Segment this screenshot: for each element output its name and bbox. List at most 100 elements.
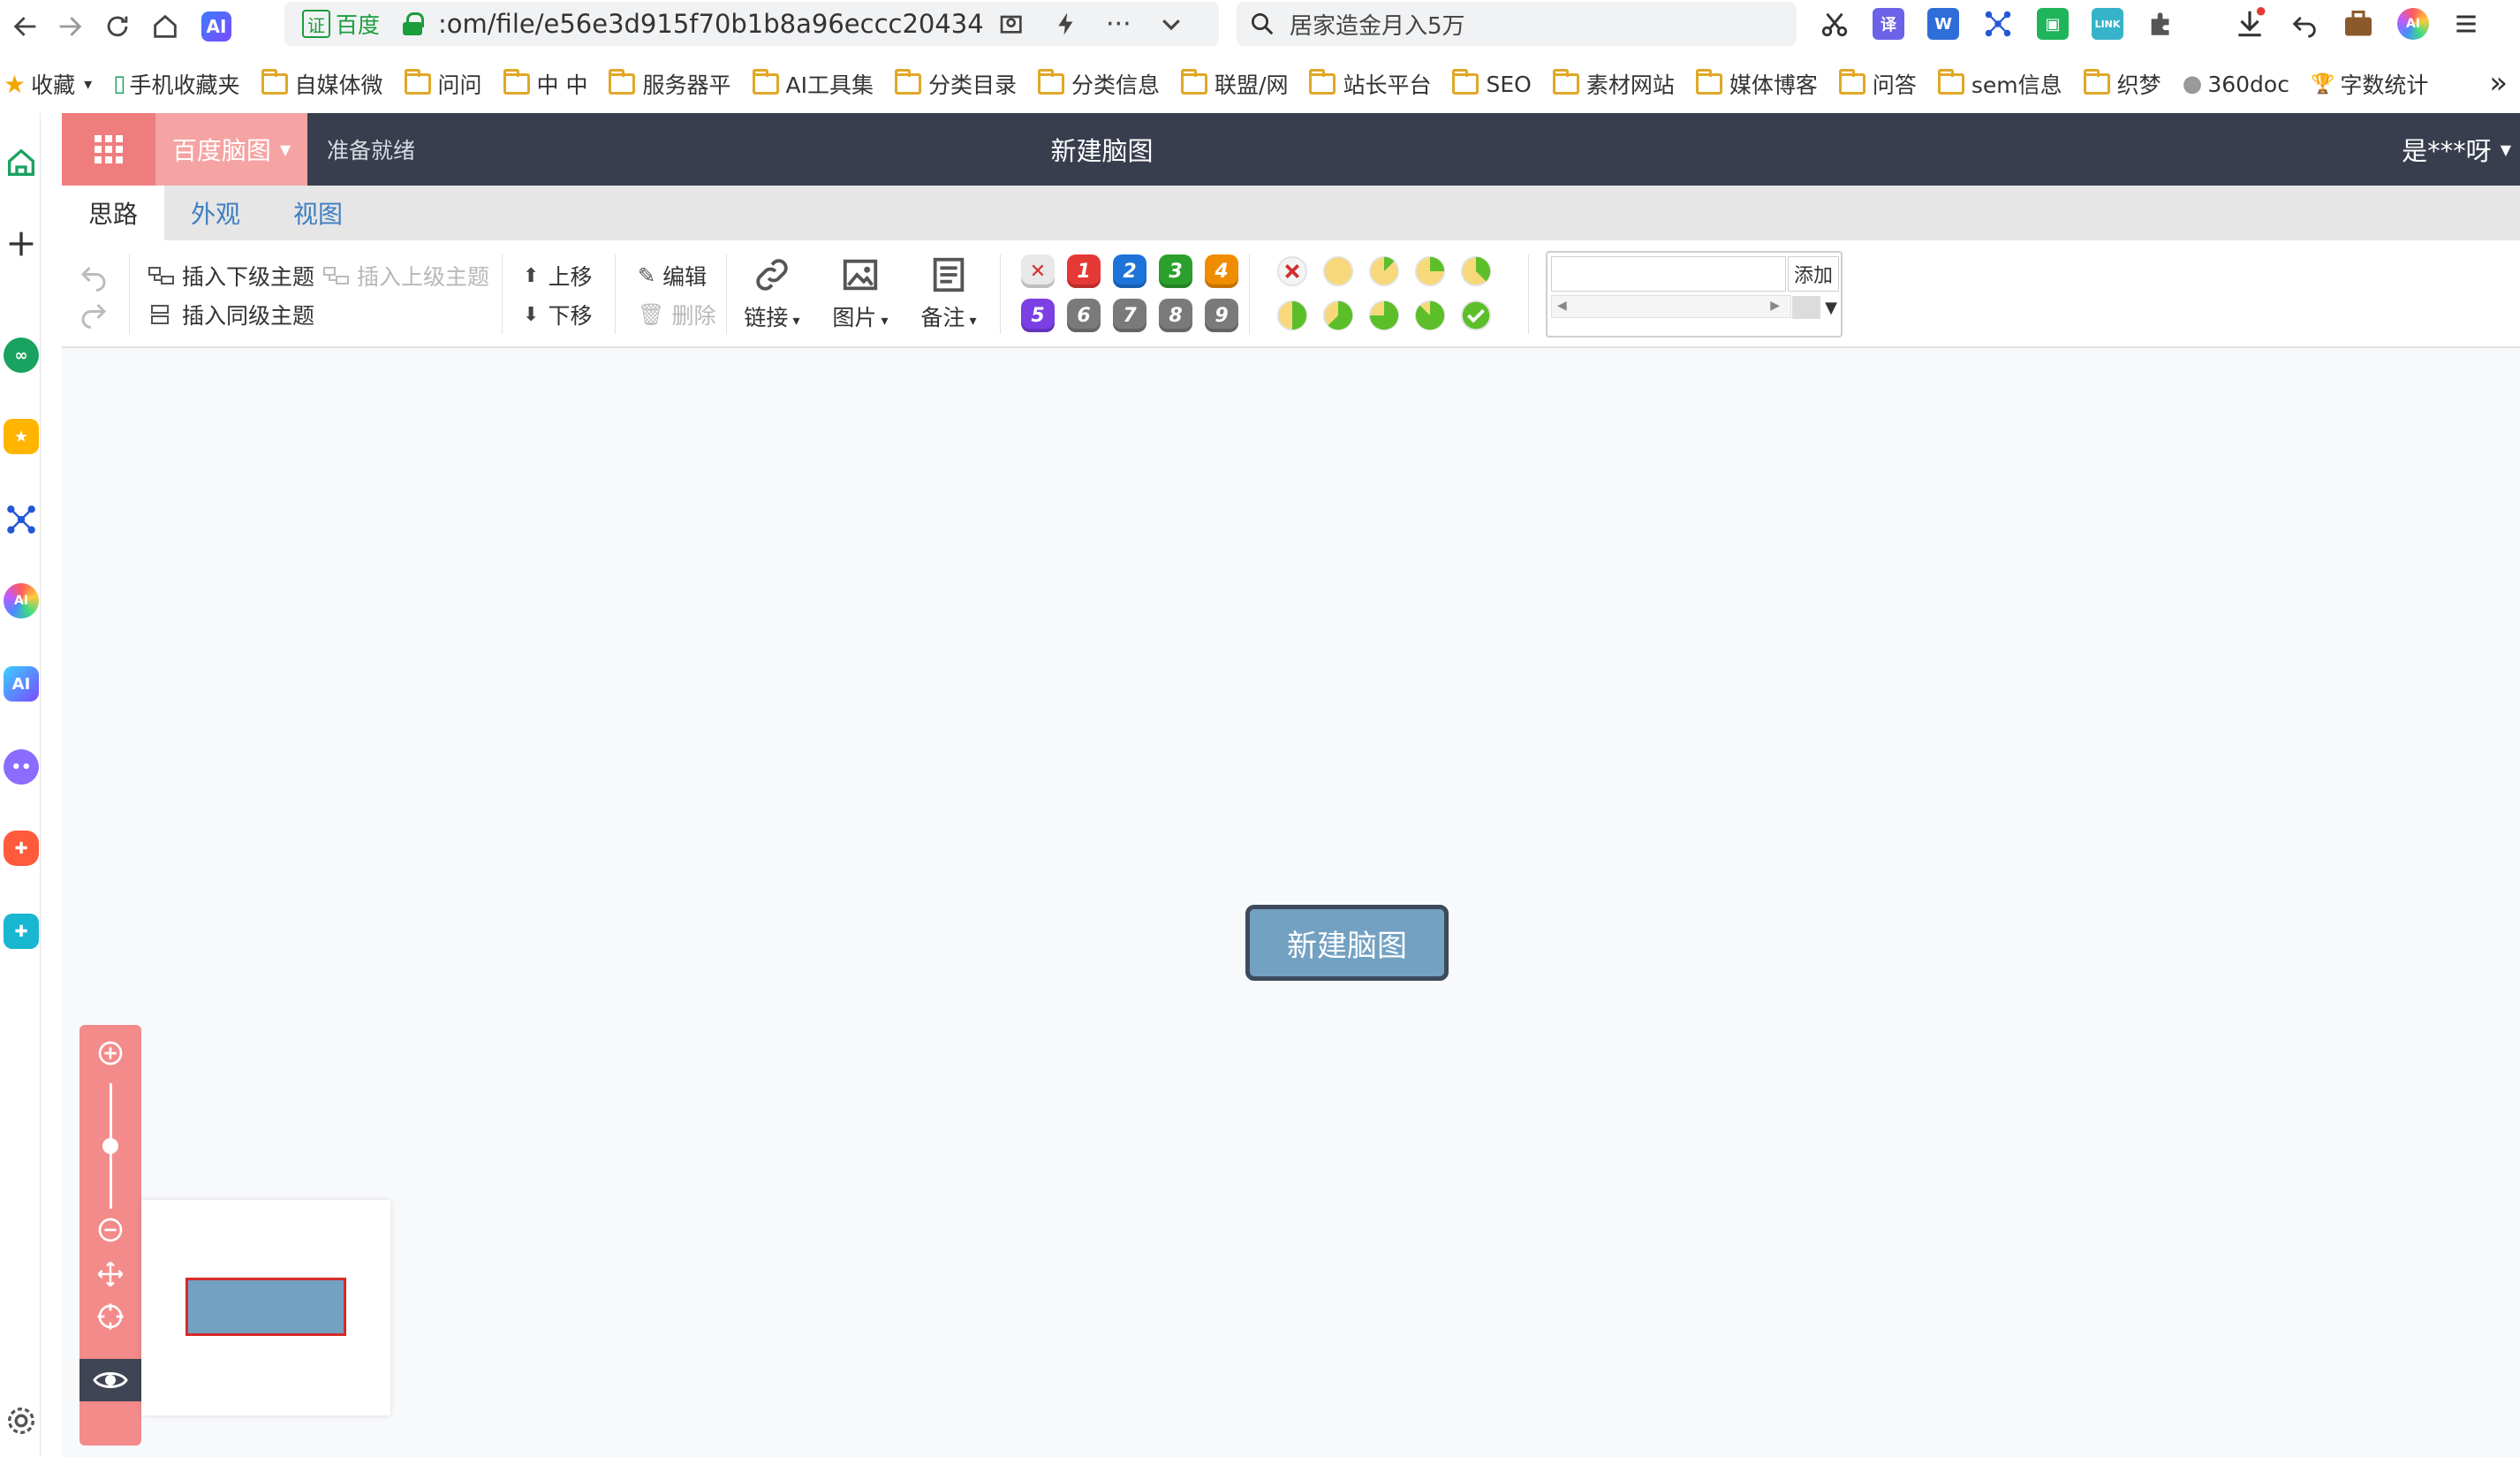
- more-icon[interactable]: ···: [1106, 9, 1131, 40]
- root-topic-node[interactable]: 新建脑图: [1245, 905, 1449, 981]
- lightning-icon[interactable]: [1053, 11, 1079, 37]
- image-button[interactable]: 图片: [825, 254, 896, 332]
- progress-clear-icon[interactable]: [1275, 254, 1309, 288]
- minimap[interactable]: [141, 1200, 390, 1415]
- resource-input[interactable]: [1551, 256, 1786, 292]
- bookmark-item[interactable]: 素材网站: [1552, 68, 1675, 100]
- resource-list[interactable]: ◀ ▶ ▼: [1551, 295, 1839, 334]
- download-icon[interactable]: [2233, 7, 2266, 41]
- tab-0[interactable]: 思路: [62, 186, 165, 240]
- progress-7-icon[interactable]: [1367, 299, 1401, 332]
- progress-1-icon[interactable]: [1321, 254, 1355, 288]
- priority-7-icon[interactable]: 7: [1113, 299, 1146, 332]
- bookmark-item[interactable]: 自媒体微: [261, 68, 383, 100]
- scissors-icon[interactable]: [1820, 9, 1850, 39]
- bookmark-item[interactable]: 分类目录: [894, 68, 1017, 100]
- priority-5-icon[interactable]: 5: [1021, 299, 1055, 332]
- bookmark-item[interactable]: ★ 收藏 ▾: [4, 68, 92, 100]
- url-text[interactable]: :om/file/e56e3d915f70b1b8a96eccc204343c9…: [438, 9, 986, 39]
- bookmark-item[interactable]: 联盟/网: [1181, 68, 1288, 100]
- priority-clear-icon[interactable]: ✕: [1021, 254, 1055, 288]
- dropdown-arrow-icon[interactable]: ▼: [1825, 299, 1837, 317]
- resource-scrollbar[interactable]: ◀ ▶: [1551, 295, 1820, 319]
- home-icon[interactable]: [4, 145, 39, 180]
- zoom-slider-thumb[interactable]: [102, 1138, 118, 1154]
- insert-child-button[interactable]: 插入下级主题: [148, 260, 314, 292]
- gamepad-icon[interactable]: ✚: [4, 831, 39, 866]
- search-bar[interactable]: 居家造金月入5万: [1237, 2, 1797, 46]
- mindmap-canvas[interactable]: 新建脑图: [62, 348, 2520, 1457]
- priority-3-icon[interactable]: 3: [1159, 254, 1192, 288]
- bookmark-item[interactable]: AI工具集: [752, 68, 874, 100]
- bookmark-item[interactable]: 服务器平: [609, 68, 731, 100]
- delete-button[interactable]: 🗑 删除: [638, 299, 715, 330]
- progress-5-icon[interactable]: [1275, 299, 1309, 332]
- redo-icon[interactable]: [78, 297, 110, 329]
- chat-bot-icon[interactable]: ••: [4, 749, 39, 785]
- home-button[interactable]: [140, 2, 191, 51]
- link-button[interactable]: 链接: [737, 254, 807, 332]
- ai-circle-app-icon[interactable]: AI: [4, 583, 39, 618]
- network-icon[interactable]: [1982, 8, 2014, 40]
- share-icon[interactable]: [998, 10, 1026, 38]
- bookmark-item[interactable]: 问问: [404, 68, 482, 100]
- progress-4-icon[interactable]: [1459, 254, 1493, 288]
- priority-4-icon[interactable]: 4: [1205, 254, 1238, 288]
- network-app-icon[interactable]: [4, 502, 39, 537]
- chevron-down-icon[interactable]: [1158, 11, 1184, 37]
- move-icon[interactable]: [96, 1260, 125, 1288]
- progress-2-icon[interactable]: [1367, 254, 1401, 288]
- document-title[interactable]: 新建脑图: [62, 113, 2142, 186]
- scroll-left-icon[interactable]: ◀: [1557, 299, 1567, 313]
- reload-button[interactable]: [92, 2, 143, 51]
- book-icon[interactable]: ▣: [2037, 8, 2069, 40]
- forward-button[interactable]: [44, 2, 95, 51]
- favorites-star-icon[interactable]: ★: [4, 419, 39, 454]
- word-icon[interactable]: W: [1927, 8, 1959, 40]
- priority-6-icon[interactable]: 6: [1067, 299, 1101, 332]
- add-resource-button[interactable]: 添加: [1788, 256, 1839, 292]
- linktest-icon[interactable]: LINK: [2092, 8, 2123, 40]
- ai-assistant-icon[interactable]: AI: [201, 11, 231, 42]
- game-app-icon[interactable]: ✚: [4, 914, 39, 949]
- address-bar[interactable]: 证 百度 :om/file/e56e3d915f70b1b8a96eccc204…: [284, 2, 1219, 46]
- priority-1-icon[interactable]: 1: [1067, 254, 1101, 288]
- zoom-in-icon[interactable]: [96, 1039, 125, 1067]
- tab-1[interactable]: 外观: [164, 186, 267, 240]
- bookmark-item[interactable]: 问答: [1838, 68, 1917, 100]
- site-cert-badge[interactable]: 证 百度: [302, 8, 380, 40]
- progress-6-icon[interactable]: [1321, 299, 1355, 332]
- bookmark-item[interactable]: SEO: [1452, 69, 1532, 97]
- priority-9-icon[interactable]: 9: [1205, 299, 1238, 332]
- insert-sibling-button[interactable]: 插入同级主题: [148, 299, 314, 330]
- edit-button[interactable]: ✎ 编辑: [638, 260, 707, 292]
- progress-9-icon[interactable]: [1459, 299, 1493, 332]
- priority-2-icon[interactable]: 2: [1113, 254, 1146, 288]
- ai-app-icon[interactable]: AI: [4, 666, 39, 702]
- minimap-toggle-button[interactable]: [79, 1359, 141, 1401]
- bookmarks-overflow-button[interactable]: »: [2489, 65, 2508, 101]
- move-up-button[interactable]: ⬆ 上移: [523, 260, 592, 292]
- note-button[interactable]: 备注: [913, 254, 984, 332]
- menu-icon[interactable]: [2452, 10, 2480, 38]
- scroll-right-icon[interactable]: ▶: [1770, 299, 1780, 313]
- progress-3-icon[interactable]: [1413, 254, 1447, 288]
- locate-icon[interactable]: [96, 1302, 125, 1331]
- ai-circle-icon[interactable]: AI: [2397, 8, 2429, 40]
- caret-down-icon[interactable]: ▾: [84, 75, 92, 94]
- scroll-thumb[interactable]: [1792, 296, 1820, 319]
- undo-icon[interactable]: [2289, 9, 2319, 39]
- bookmark-item[interactable]: 媒体博客: [1695, 68, 1818, 100]
- settings-gear-icon[interactable]: [4, 1403, 39, 1438]
- bookmark-item[interactable]: ▯ 手机收藏夹: [113, 68, 239, 100]
- bookmark-item[interactable]: 织梦: [2083, 68, 2161, 100]
- bookmark-item[interactable]: 分类信息: [1038, 68, 1160, 100]
- move-down-button[interactable]: ⬇ 下移: [523, 299, 592, 330]
- briefcase-icon[interactable]: [2342, 8, 2374, 40]
- plus-icon[interactable]: [4, 226, 39, 262]
- undo-icon[interactable]: [78, 260, 110, 292]
- bookmark-item[interactable]: 中 中: [503, 68, 587, 100]
- translate-icon[interactable]: 译: [1873, 8, 1904, 40]
- tab-2[interactable]: 视图: [267, 186, 369, 240]
- zoom-out-icon[interactable]: [96, 1216, 125, 1244]
